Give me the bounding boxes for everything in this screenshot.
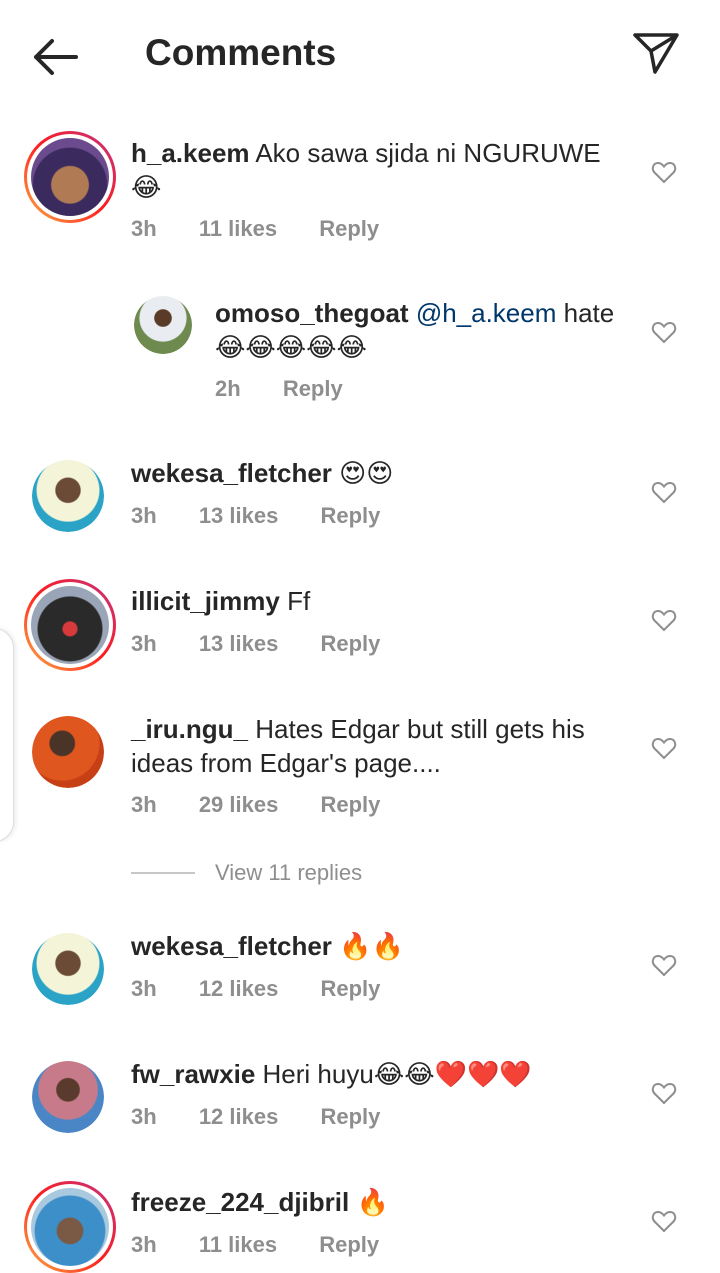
avatar[interactable] xyxy=(32,716,104,788)
comment-emoji: 🔥 xyxy=(356,1187,389,1217)
comment-username[interactable]: _iru.ngu_ xyxy=(131,714,248,744)
header: Comments xyxy=(0,0,720,110)
comment-likes[interactable]: 29 likes xyxy=(199,792,279,817)
heart-icon[interactable] xyxy=(651,480,677,504)
comment-emoji: 🔥🔥 xyxy=(339,931,404,961)
reply-button[interactable]: Reply xyxy=(320,631,380,656)
heart-icon[interactable] xyxy=(651,953,677,977)
comment-body-continued: ideas from Edgar's page.... xyxy=(131,748,441,778)
comment-text: fw_rawxie Heri huyu😂😂❤️❤️❤️ xyxy=(131,1057,631,1091)
heart-icon[interactable] xyxy=(651,320,677,344)
reply-button[interactable]: Reply xyxy=(320,503,380,528)
comment-emoji: 😂😂❤️❤️❤️ xyxy=(373,1059,532,1089)
comment-text: wekesa_fletcher 😍😍 xyxy=(131,456,631,490)
comment-emoji: 😂 xyxy=(131,172,162,202)
heart-icon[interactable] xyxy=(651,736,677,760)
reply-button[interactable]: Reply xyxy=(320,792,380,817)
comment-username[interactable]: omoso_thegoat xyxy=(215,298,409,328)
comment-text: freeze_224_djibril 🔥 xyxy=(131,1185,631,1219)
comment-emoji: 😍😍 xyxy=(339,458,394,488)
comment-likes[interactable]: 12 likes xyxy=(199,976,279,1001)
edge-panel[interactable] xyxy=(0,628,14,842)
comment-body: Heri huyu xyxy=(262,1059,374,1089)
avatar[interactable] xyxy=(32,460,104,532)
comment-body: Hates Edgar but still gets his xyxy=(255,714,585,744)
comment-time: 3h xyxy=(131,976,157,1001)
comment-time: 2h xyxy=(215,376,241,401)
comment-username[interactable]: wekesa_fletcher xyxy=(131,931,332,961)
comment-time: 3h xyxy=(131,631,157,656)
comment-text: wekesa_fletcher 🔥🔥 xyxy=(131,929,631,963)
reply-button[interactable]: Reply xyxy=(319,1232,379,1257)
heart-icon[interactable] xyxy=(651,1081,677,1105)
avatar[interactable] xyxy=(24,131,116,223)
reply-button[interactable]: Reply xyxy=(320,976,380,1001)
avatar[interactable] xyxy=(32,933,104,1005)
comment-likes[interactable]: 11 likes xyxy=(199,216,277,241)
comment-username[interactable]: fw_rawxie xyxy=(131,1059,255,1089)
comment-text: omoso_thegoat @h_a.keem hate 😂😂😂😂😂 xyxy=(215,296,635,364)
comment-time: 3h xyxy=(131,1104,157,1129)
comment-meta: 3h 12 likes Reply xyxy=(131,1104,416,1130)
back-button[interactable] xyxy=(28,32,84,82)
avatar[interactable] xyxy=(24,579,116,671)
reply-button[interactable]: Reply xyxy=(320,1104,380,1129)
share-button[interactable] xyxy=(628,28,684,78)
comment-meta: 3h 12 likes Reply xyxy=(131,976,416,1002)
comment-mention[interactable]: @h_a.keem xyxy=(416,298,557,328)
comment-username[interactable]: wekesa_fletcher xyxy=(131,458,332,488)
heart-icon[interactable] xyxy=(651,608,677,632)
divider xyxy=(131,872,195,874)
comment-username[interactable]: h_a.keem xyxy=(131,138,250,168)
comment-likes[interactable]: 13 likes xyxy=(199,503,279,528)
comment-text: _iru.ngu_ Hates Edgar but still gets his… xyxy=(131,712,631,780)
comment-body: hate xyxy=(563,298,615,328)
avatar[interactable] xyxy=(134,296,192,354)
comment-text: h_a.keem Ako sawa sjida ni NGURUWE 😂 xyxy=(131,136,631,204)
comment-likes[interactable]: 11 likes xyxy=(199,1232,277,1257)
page-title: Comments xyxy=(145,32,337,73)
comment-emoji: 😂😂😂😂😂 xyxy=(215,332,367,362)
comment-time: 3h xyxy=(131,216,157,241)
comment-text: illicit_jimmy Ff xyxy=(131,584,631,618)
comment-meta: 3h 11 likes Reply xyxy=(131,1232,415,1258)
heart-icon[interactable] xyxy=(651,1209,677,1233)
comment-likes[interactable]: 12 likes xyxy=(199,1104,279,1129)
reply-button[interactable]: Reply xyxy=(283,376,343,401)
comment-meta: 3h 29 likes Reply xyxy=(131,792,416,818)
comment-likes[interactable]: 13 likes xyxy=(199,631,279,656)
avatar[interactable] xyxy=(24,1181,116,1273)
arrow-left-icon xyxy=(34,39,78,75)
comment-username[interactable]: illicit_jimmy xyxy=(131,586,280,616)
paper-plane-icon xyxy=(633,33,679,74)
comment-meta: 3h 11 likes Reply xyxy=(131,216,415,242)
comment-time: 3h xyxy=(131,1232,157,1257)
comment-meta: 2h Reply xyxy=(215,376,379,402)
reply-button[interactable]: Reply xyxy=(319,216,379,241)
heart-icon[interactable] xyxy=(651,160,677,184)
view-replies-link[interactable]: View 11 replies xyxy=(215,860,362,886)
comment-username[interactable]: freeze_224_djibril xyxy=(131,1187,349,1217)
comment-time: 3h xyxy=(131,792,157,817)
comment-body: Ako sawa sjida ni NGURUWE xyxy=(255,138,601,168)
comment-body: Ff xyxy=(287,586,311,616)
avatar[interactable] xyxy=(32,1061,104,1133)
comment-meta: 3h 13 likes Reply xyxy=(131,631,416,657)
comment-time: 3h xyxy=(131,503,157,528)
comment-meta: 3h 13 likes Reply xyxy=(131,503,416,529)
